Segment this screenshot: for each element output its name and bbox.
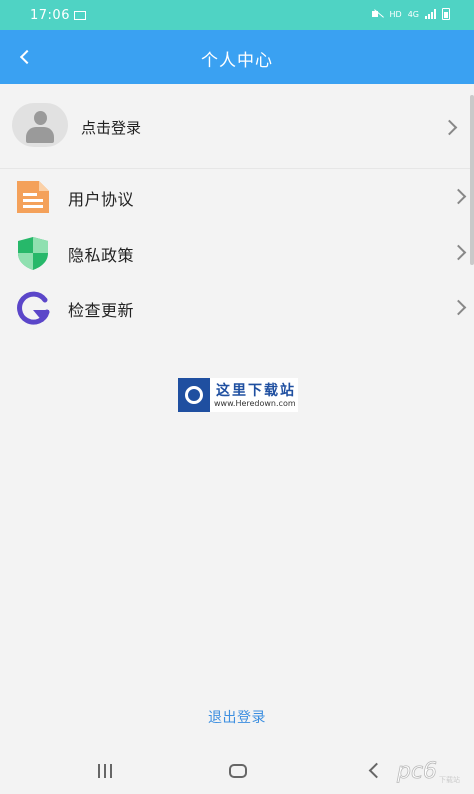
status-bar: 17:06 HD 4G bbox=[0, 0, 474, 30]
watermark-url: www.Heredown.com bbox=[214, 399, 296, 408]
chevron-right-icon bbox=[450, 299, 467, 316]
page-title: 个人中心 bbox=[201, 51, 273, 71]
logout-button[interactable]: 退出登录 bbox=[0, 707, 474, 727]
home-icon[interactable] bbox=[229, 764, 247, 778]
menu-item-label: 用户协议 bbox=[68, 190, 135, 209]
mute-icon bbox=[371, 9, 384, 19]
menu-item-label: 隐私政策 bbox=[68, 246, 135, 265]
login-label: 点击登录 bbox=[81, 119, 142, 137]
shield-icon bbox=[18, 237, 48, 270]
nav-bar: 个人中心 bbox=[0, 30, 474, 84]
menu-item-user-agreement[interactable]: 用户协议 bbox=[0, 169, 474, 223]
network-label: 4G bbox=[407, 9, 419, 19]
corner-logo-subtext: 下载站 bbox=[439, 775, 460, 784]
chevron-right-icon bbox=[450, 244, 467, 261]
image-notification-icon bbox=[74, 11, 86, 20]
refresh-icon bbox=[17, 291, 50, 325]
menu-item-check-update[interactable]: 检查更新 bbox=[0, 280, 474, 334]
recent-apps-icon[interactable] bbox=[98, 764, 112, 778]
signal-icon bbox=[425, 9, 436, 19]
chevron-right-icon bbox=[450, 188, 467, 205]
watermark-logo-icon bbox=[178, 378, 210, 412]
status-time: 17:06 bbox=[30, 8, 70, 23]
login-row[interactable]: 点击登录 bbox=[0, 86, 474, 169]
corner-logo-text: pc6 bbox=[396, 759, 437, 784]
status-indicators: HD 4G bbox=[371, 8, 450, 20]
back-icon[interactable] bbox=[368, 762, 385, 779]
menu-item-label: 检查更新 bbox=[68, 301, 135, 320]
avatar-icon bbox=[12, 103, 68, 147]
system-nav-bar: pc6 下载站 bbox=[0, 748, 474, 794]
watermark-title: 这里下载站 bbox=[216, 383, 296, 399]
watermark: 这里下载站 www.Heredown.com bbox=[178, 378, 298, 412]
battery-icon bbox=[442, 8, 450, 20]
scrollbar[interactable] bbox=[470, 95, 474, 265]
hd-label: HD bbox=[389, 9, 402, 19]
pc6-logo-icon: pc6 下载站 bbox=[396, 759, 460, 785]
document-icon bbox=[17, 181, 49, 213]
menu-item-privacy-policy[interactable]: 隐私政策 bbox=[0, 225, 474, 279]
chevron-right-icon bbox=[441, 119, 458, 136]
